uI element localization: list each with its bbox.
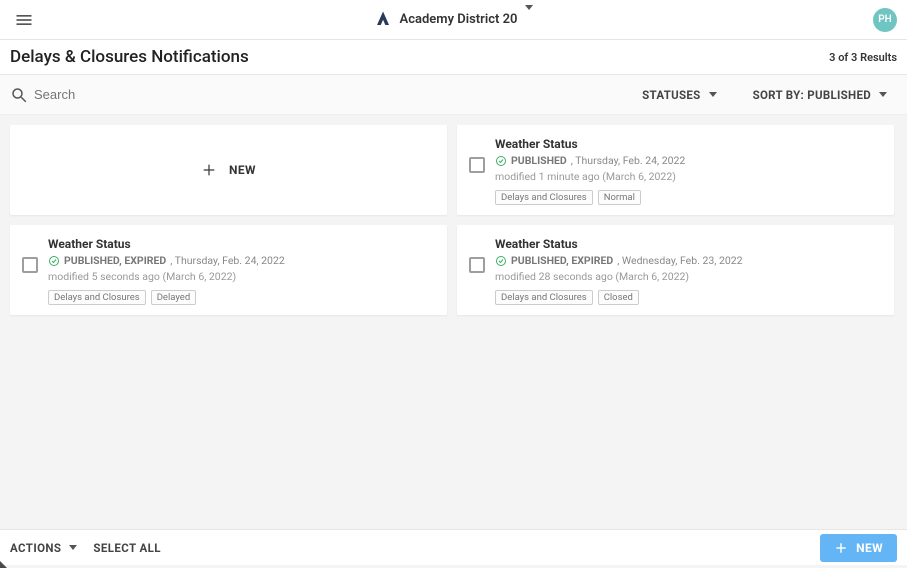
- card-status: PUBLISHED, EXPIRED: [64, 254, 166, 267]
- search-input[interactable]: [34, 87, 254, 102]
- new-button[interactable]: NEW: [820, 534, 897, 562]
- org-switcher[interactable]: Academy District 20: [374, 10, 534, 29]
- card-modified: modified 5 seconds ago (March 6, 2022): [48, 270, 285, 283]
- chevron-down-icon: [709, 92, 717, 97]
- org-name: Academy District 20: [400, 12, 518, 27]
- published-check-icon: [495, 155, 507, 167]
- actions-label: ACTIONS: [10, 541, 61, 555]
- results-count: 3 of 3 Results: [829, 51, 897, 64]
- new-card-button[interactable]: NEW: [10, 125, 447, 215]
- tag-category: Delays and Closures: [48, 290, 146, 305]
- card-date: , Thursday, Feb. 24, 2022: [170, 254, 285, 267]
- card-title: Weather Status: [48, 237, 285, 251]
- published-check-icon: [495, 255, 507, 267]
- plus-icon: [834, 541, 848, 555]
- new-button-label: NEW: [856, 541, 883, 555]
- card-checkbox[interactable]: [22, 257, 38, 273]
- card-title: Weather Status: [495, 137, 685, 151]
- statuses-label: STATUSES: [642, 88, 700, 102]
- menu-icon[interactable]: [10, 6, 38, 34]
- new-card-label: NEW: [229, 163, 256, 177]
- tag-status: Closed: [598, 290, 639, 305]
- card-date: , Wednesday, Feb. 23, 2022: [617, 254, 742, 267]
- tag-status: Delayed: [151, 290, 197, 305]
- card-modified: modified 1 minute ago (March 6, 2022): [495, 170, 685, 183]
- notification-card[interactable]: Weather Status PUBLISHED, EXPIRED , Thur…: [10, 225, 447, 315]
- card-date: , Thursday, Feb. 24, 2022: [571, 154, 686, 167]
- tag-category: Delays and Closures: [495, 290, 593, 305]
- search-icon: [10, 86, 28, 104]
- chevron-down-icon: [69, 545, 77, 550]
- chevron-down-icon: [525, 10, 533, 29]
- chevron-down-icon: [879, 92, 887, 97]
- select-all-button[interactable]: SELECT ALL: [93, 541, 160, 555]
- select-all-label: SELECT ALL: [93, 541, 160, 555]
- published-check-icon: [48, 255, 60, 267]
- plus-icon: [201, 162, 217, 178]
- card-checkbox[interactable]: [469, 157, 485, 173]
- toolbar: STATUSES SORT BY: PUBLISHED: [0, 75, 907, 115]
- notification-card[interactable]: Weather Status PUBLISHED , Thursday, Feb…: [457, 125, 894, 215]
- card-status: PUBLISHED, EXPIRED: [511, 254, 613, 267]
- sort-by-dropdown[interactable]: SORT BY: PUBLISHED: [743, 82, 897, 108]
- resize-handle-icon: [0, 561, 7, 568]
- card-modified: modified 28 seconds ago (March 6, 2022): [495, 270, 743, 283]
- tag-status: Normal: [598, 190, 641, 205]
- card-title: Weather Status: [495, 237, 743, 251]
- sort-label: SORT BY: PUBLISHED: [753, 88, 871, 102]
- card-status: PUBLISHED: [511, 154, 567, 167]
- org-logo-icon: [374, 10, 392, 28]
- title-bar: Delays & Closures Notifications 3 of 3 R…: [0, 40, 907, 75]
- card-checkbox[interactable]: [469, 257, 485, 273]
- actions-dropdown[interactable]: ACTIONS: [10, 541, 77, 555]
- statuses-filter[interactable]: STATUSES: [632, 82, 726, 108]
- content-grid: NEW Weather Status PUBLISHED , Thursday,…: [0, 115, 907, 325]
- app-header: Academy District 20 PH: [0, 0, 907, 40]
- notification-card[interactable]: Weather Status PUBLISHED, EXPIRED , Wedn…: [457, 225, 894, 315]
- tag-category: Delays and Closures: [495, 190, 593, 205]
- avatar[interactable]: PH: [873, 8, 897, 32]
- page-title: Delays & Closures Notifications: [10, 47, 249, 67]
- bottom-toolbar: ACTIONS SELECT ALL NEW: [0, 529, 907, 565]
